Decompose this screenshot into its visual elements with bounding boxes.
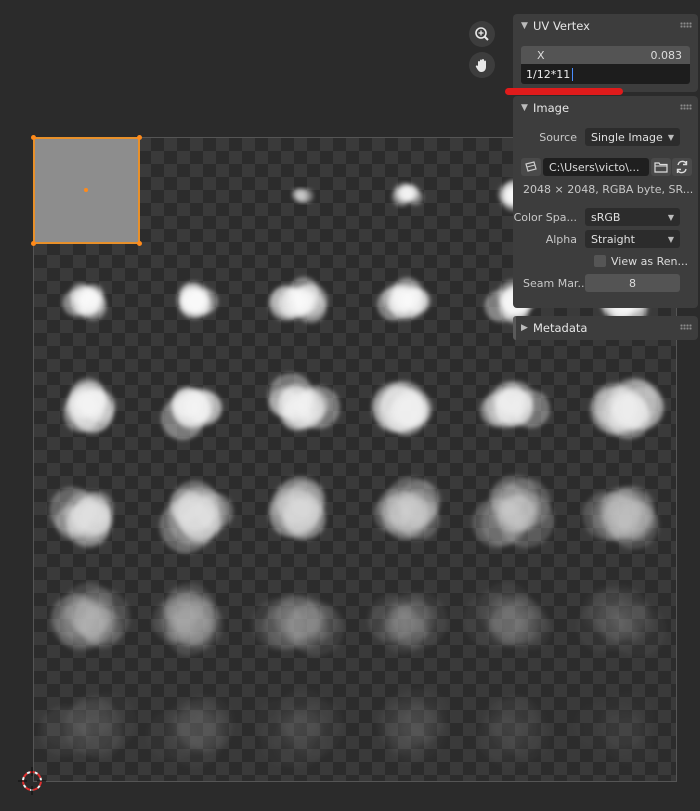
smoke-frame bbox=[577, 584, 667, 658]
sidebar: ▼ UV Vertex X 0.083 1/12*11 ▼ Image Sour… bbox=[513, 14, 698, 344]
3d-cursor-icon[interactable] bbox=[18, 767, 46, 795]
drag-handle-icon[interactable] bbox=[680, 22, 692, 28]
smoke-frame bbox=[371, 380, 433, 436]
uv-vertex-panel-header[interactable]: ▼ UV Vertex bbox=[513, 14, 698, 38]
source-label: Source bbox=[539, 130, 577, 144]
image-info: 2048 × 2048, RGBA byte, SR... bbox=[523, 182, 694, 196]
zoom-button[interactable] bbox=[469, 21, 495, 47]
color-space-dropdown[interactable]: sRGB ▼ bbox=[585, 208, 680, 226]
smoke-frame bbox=[159, 480, 234, 554]
smoke-frame bbox=[177, 281, 218, 319]
smoke-frame bbox=[479, 381, 551, 429]
seam-margin-label: Seam Mar... bbox=[523, 276, 585, 290]
filepath-field[interactable]: C:\Users\victo\... bbox=[543, 158, 649, 176]
zoom-icon bbox=[475, 27, 489, 41]
image-file-icon bbox=[525, 161, 537, 172]
smoke-frame bbox=[50, 582, 130, 651]
view-as-render-checkbox[interactable] bbox=[594, 255, 606, 267]
uv-x-edit-text: 1/12*11 bbox=[526, 67, 571, 81]
source-dropdown[interactable]: Single Image ▼ bbox=[585, 128, 680, 146]
uv-x-field[interactable]: X 0.083 bbox=[521, 46, 690, 64]
uv-x-text-input[interactable]: 1/12*11 bbox=[521, 64, 690, 84]
smoke-frame bbox=[472, 475, 555, 548]
smoke-frame bbox=[475, 695, 550, 770]
hand-icon bbox=[475, 59, 486, 72]
filepath-value: C:\Users\victo\... bbox=[549, 160, 640, 174]
uv-x-value: 0.083 bbox=[650, 48, 683, 62]
smoke-frame bbox=[373, 476, 441, 540]
drag-handle-icon[interactable] bbox=[680, 104, 692, 110]
image-panel: ▼ Image Source Single Image ▼ C:\Users\v… bbox=[513, 96, 698, 308]
chevron-down-icon: ▼ bbox=[667, 132, 674, 142]
reload-icon bbox=[676, 160, 688, 174]
chevron-down-icon: ▼ bbox=[667, 234, 674, 244]
smoke-frame bbox=[63, 378, 116, 434]
metadata-panel-header[interactable]: ▶ Metadata bbox=[513, 316, 698, 340]
alpha-label: Alpha bbox=[545, 232, 577, 246]
pan-button[interactable] bbox=[469, 52, 495, 78]
browse-button[interactable] bbox=[651, 158, 671, 176]
smoke-frame bbox=[268, 373, 341, 431]
color-space-value: sRGB bbox=[591, 210, 621, 224]
image-panel-title: Image bbox=[533, 101, 570, 115]
uv-vertex[interactable] bbox=[137, 241, 142, 246]
smoke-frame bbox=[582, 486, 659, 550]
source-value: Single Image bbox=[591, 130, 663, 144]
metadata-title: Metadata bbox=[533, 321, 588, 335]
smoke-frame bbox=[574, 692, 655, 766]
text-cursor bbox=[572, 67, 574, 81]
seam-margin-field[interactable]: 8 bbox=[585, 274, 680, 292]
folder-icon bbox=[654, 162, 668, 173]
chevron-right-icon: ▶ bbox=[521, 323, 528, 333]
uv-x-label: X bbox=[537, 48, 545, 62]
uv-vertex-panel: ▼ UV Vertex X 0.083 1/12*11 bbox=[513, 14, 698, 92]
red-annotation-stroke bbox=[505, 88, 623, 95]
uv-vertex-title: UV Vertex bbox=[533, 19, 590, 33]
smoke-frame bbox=[590, 377, 665, 440]
alpha-value: Straight bbox=[591, 232, 635, 246]
smoke-frame bbox=[268, 475, 326, 541]
drag-handle-icon[interactable] bbox=[680, 324, 692, 330]
alpha-dropdown[interactable]: Straight ▼ bbox=[585, 230, 680, 248]
chevron-down-icon: ▼ bbox=[521, 21, 528, 31]
image-file-button[interactable] bbox=[521, 158, 541, 176]
smoke-frame bbox=[152, 583, 224, 656]
smoke-frame bbox=[268, 276, 328, 324]
uv-vertex[interactable] bbox=[31, 241, 36, 246]
smoke-frame bbox=[463, 582, 552, 650]
metadata-panel[interactable]: ▶ Metadata bbox=[513, 316, 698, 340]
smoke-frame bbox=[292, 188, 314, 204]
uv-vertex[interactable] bbox=[137, 135, 142, 140]
smoke-frame bbox=[49, 487, 114, 548]
smoke-frame bbox=[377, 277, 431, 321]
smoke-frame bbox=[161, 387, 223, 441]
view-as-render-label: View as Ren... bbox=[611, 254, 688, 268]
smoke-frame bbox=[252, 594, 345, 657]
smoke-frame bbox=[391, 182, 424, 207]
smoke-frame bbox=[377, 688, 449, 764]
smoke-frame bbox=[367, 592, 448, 655]
uv-face-center bbox=[84, 188, 88, 192]
smoke-frame bbox=[37, 693, 137, 760]
seam-margin-value: 8 bbox=[629, 276, 636, 290]
chevron-down-icon: ▼ bbox=[521, 103, 528, 113]
color-space-label: Color Spa... bbox=[513, 210, 577, 224]
chevron-down-icon: ▼ bbox=[667, 212, 674, 222]
reload-button[interactable] bbox=[672, 158, 692, 176]
smoke-frame bbox=[255, 688, 344, 768]
uv-vertex[interactable] bbox=[31, 135, 36, 140]
smoke-frame bbox=[147, 695, 234, 768]
image-panel-header[interactable]: ▼ Image bbox=[513, 96, 698, 120]
smoke-frame bbox=[62, 283, 107, 321]
